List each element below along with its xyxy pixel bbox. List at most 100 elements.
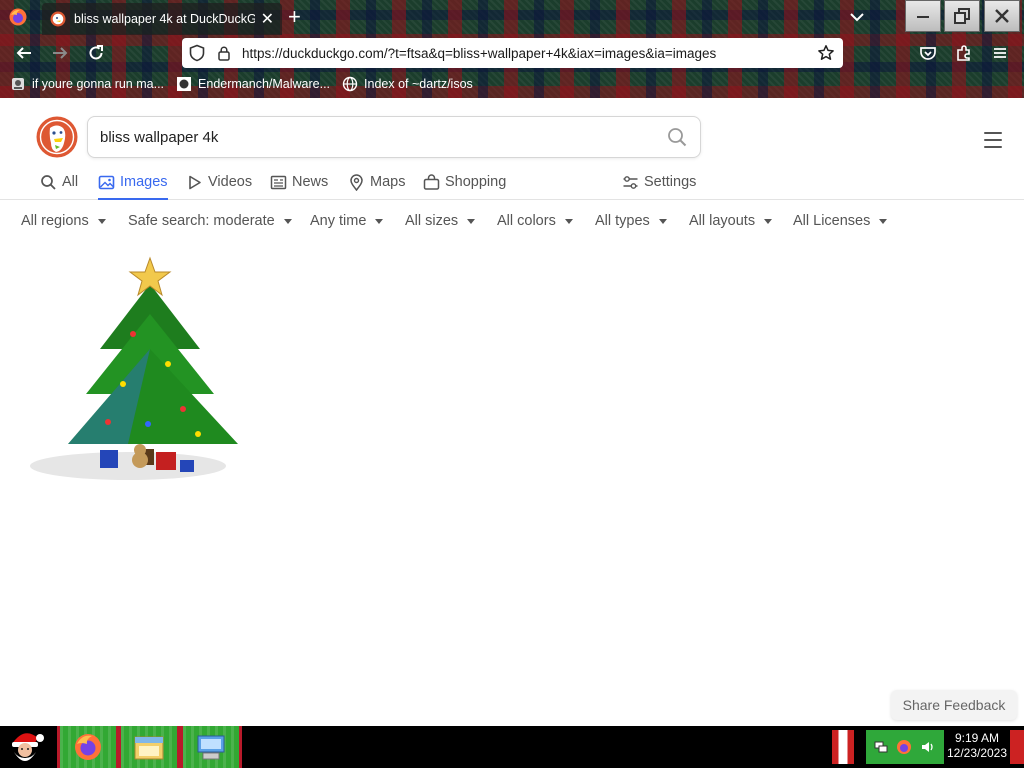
search-verticals: All Images Videos News Maps Shopping Set… (0, 166, 1024, 200)
minimize-icon (917, 16, 929, 18)
forward-arrow-icon (53, 47, 68, 59)
search-icon[interactable] (666, 126, 688, 148)
search-icon (41, 174, 56, 190)
caret-down-icon (467, 218, 476, 224)
caret-down-icon (564, 218, 573, 224)
address-bar[interactable]: https://duckduckgo.com/?t=ftsa&q=bliss+w… (182, 38, 843, 68)
menu-line (984, 139, 1002, 141)
tracking-protection-shield-icon[interactable] (188, 44, 206, 62)
caret-down-icon (375, 218, 384, 224)
tab-maps[interactable]: Maps (348, 166, 405, 200)
tab-duckduckgo[interactable]: bliss wallpaper 4k at DuckDuckGo ✕ (42, 3, 282, 35)
bookmark-page-icon (12, 78, 24, 90)
url-text[interactable]: https://duckduckgo.com/?t=ftsa&q=bliss+w… (242, 46, 817, 61)
volume-icon[interactable] (920, 739, 936, 755)
tab-label: Images (120, 174, 168, 190)
restore-icon (954, 8, 970, 24)
minimize-button[interactable] (905, 0, 941, 32)
app-menu-button[interactable] (990, 43, 1010, 63)
play-icon (189, 175, 201, 189)
filter-license[interactable]: All Licenses (793, 213, 888, 229)
image-icon (98, 175, 115, 189)
filter-size[interactable]: All sizes (405, 213, 476, 229)
filter-label: All sizes (405, 213, 459, 229)
filter-layout[interactable]: All layouts (689, 213, 773, 229)
bookmark-item[interactable]: if youre gonna run ma... (10, 76, 164, 92)
menu-line (984, 132, 1002, 134)
filter-type[interactable]: All types (595, 213, 667, 229)
shopping-bag-icon (423, 173, 440, 190)
taskbar-firefox[interactable] (57, 726, 119, 768)
bookmark-item[interactable]: Index of ~dartz/isos (342, 76, 473, 92)
caret-down-icon (283, 218, 292, 224)
menu-line (984, 146, 1002, 148)
restore-button[interactable] (944, 0, 980, 32)
close-window-button[interactable] (984, 0, 1020, 32)
reload-icon (89, 45, 103, 60)
taskbar-file-explorer[interactable] (118, 726, 180, 768)
bookmarks-toolbar: if youre gonna run ma... Endermanch/Malw… (0, 70, 1024, 98)
network-icon[interactable] (874, 740, 888, 754)
tab-settings[interactable]: Settings (622, 166, 696, 200)
caret-down-icon (764, 218, 773, 224)
tab-videos[interactable]: Videos (186, 166, 252, 200)
share-feedback-button[interactable]: Share Feedback (891, 690, 1017, 720)
system-tray (866, 730, 944, 764)
tab-images[interactable]: Images (98, 166, 168, 200)
filter-label: All regions (21, 213, 89, 229)
show-desktop-button[interactable] (1010, 730, 1024, 764)
tab-shopping[interactable]: Shopping (423, 166, 506, 200)
puzzle-piece-icon (957, 45, 970, 61)
duckduckgo-logo-icon[interactable] (36, 116, 78, 158)
github-icon (177, 77, 192, 91)
tray-decoration (832, 730, 854, 764)
tab-label: Videos (208, 174, 253, 190)
filter-time[interactable]: Any time (310, 213, 384, 229)
tab-label: Settings (644, 174, 697, 190)
taskbar: 9:19 AM 12/23/2023 (0, 726, 1024, 768)
map-pin-icon (350, 173, 363, 191)
bookmark-label: Endermanch/Malware... (198, 77, 331, 91)
tab-bar: bliss wallpaper 4k at DuckDuckGo ✕ + (0, 0, 1024, 36)
forward-button[interactable] (50, 43, 70, 63)
back-button[interactable] (14, 43, 34, 63)
ddg-menu-button[interactable] (984, 132, 1002, 148)
start-button-santa-icon[interactable] (4, 728, 48, 766)
caret-down-icon (658, 218, 667, 224)
image-result-christmas-tree[interactable] (28, 254, 254, 494)
new-tab-button[interactable]: + (288, 5, 301, 29)
tab-news[interactable]: News (270, 166, 328, 200)
filter-label: All Licenses (793, 213, 871, 229)
newspaper-icon (270, 175, 287, 189)
firefox-icon (75, 734, 101, 760)
tab-all[interactable]: All (40, 166, 78, 200)
filter-safe-search[interactable]: Safe search: moderate (128, 213, 292, 229)
firefox-tray-icon[interactable] (896, 739, 912, 755)
filter-region[interactable]: All regions (21, 213, 106, 229)
extensions-button[interactable] (954, 43, 974, 63)
system-clock[interactable]: 9:19 AM 12/23/2023 (946, 731, 1008, 761)
tab-title: bliss wallpaper 4k at DuckDuckGo (74, 12, 255, 26)
taskbar-control-panel[interactable] (180, 726, 242, 768)
caret-down-icon (97, 218, 106, 224)
pocket-button[interactable] (918, 43, 938, 63)
close-icon (995, 9, 1009, 23)
search-input[interactable] (100, 128, 666, 146)
control-panel-icon (197, 735, 225, 760)
firefox-menu-icon[interactable] (8, 7, 28, 27)
bookmark-star-icon[interactable] (817, 44, 835, 62)
tab-close-icon[interactable]: ✕ (261, 9, 274, 29)
reload-button[interactable] (86, 43, 106, 63)
list-all-tabs-icon[interactable] (848, 8, 866, 26)
tab-label: All (62, 174, 79, 190)
bookmark-item[interactable]: Endermanch/Malware... (176, 76, 330, 92)
image-filters: All regions Safe search: moderate Any ti… (0, 200, 1024, 242)
filter-color[interactable]: All colors (497, 213, 573, 229)
file-explorer-icon (134, 736, 164, 760)
lock-icon[interactable] (216, 45, 232, 61)
pocket-icon (920, 47, 936, 60)
caret-down-icon (879, 218, 888, 224)
filter-label: All types (595, 213, 650, 229)
search-box[interactable] (87, 116, 701, 158)
image-results (0, 242, 1024, 726)
